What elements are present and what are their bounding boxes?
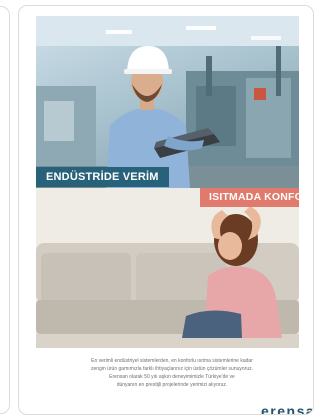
promo-card[interactable]: ENDÜSTRİDE VERİM ISITMADA KONFO	[18, 5, 314, 415]
description-line: dünyanın en prestijli projelerinde yerim…	[116, 382, 228, 388]
industry-photo	[36, 16, 299, 188]
erensan-logo[interactable]: erensan	[261, 403, 313, 414]
home-comfort-photo	[36, 188, 299, 348]
description-line: Erensan olarak 50 yılı aşkın deneyimimiz…	[109, 374, 235, 380]
industry-efficiency-banner: ENDÜSTRİDE VERİM	[36, 167, 169, 187]
description-line: En verimli endüstriyel sistemlerden, en …	[91, 358, 253, 364]
previous-card-edge[interactable]	[0, 6, 10, 414]
heating-comfort-banner: ISITMADA KONFOR	[200, 188, 299, 207]
promo-description: En verimli endüstriyel sistemlerden, en …	[45, 357, 299, 389]
description-line: zengin ürün gamımızla farklı ihtiyaçları…	[90, 366, 253, 372]
